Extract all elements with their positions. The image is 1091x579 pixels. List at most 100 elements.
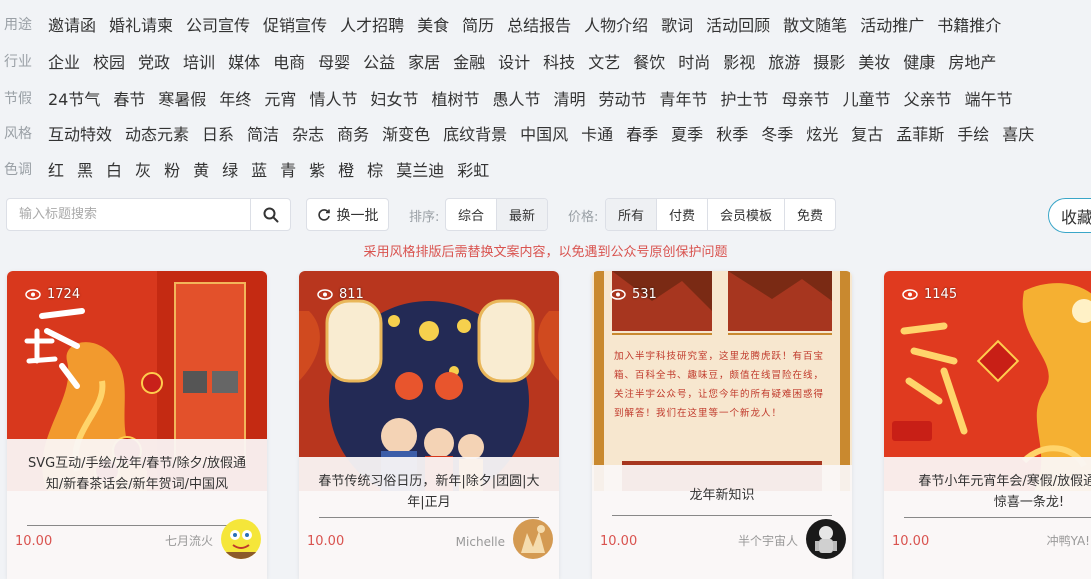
filter-item[interactable]: 培训 [183,49,215,73]
filter-item[interactable]: 灰 [135,157,151,181]
collect-button[interactable]: 收藏 [1048,198,1091,233]
filter-item[interactable]: 日系 [202,121,234,145]
filter-item[interactable]: 红 [48,157,64,181]
filter-item[interactable]: 美食 [417,12,449,36]
filter-item[interactable]: 健康 [903,49,935,73]
filter-item[interactable]: 人才招聘 [340,12,404,36]
filter-item[interactable]: 春季 [626,121,658,145]
filter-item[interactable]: 儿童节 [843,86,891,110]
filter-item[interactable]: 年终 [219,86,251,110]
filter-item[interactable]: 底纹背景 [443,121,507,145]
filter-item[interactable]: 喜庆 [1002,121,1034,145]
filter-item[interactable]: 婚礼请柬 [109,12,173,36]
filter-item[interactable]: 父亲节 [904,86,952,110]
template-card[interactable]: 1724 SVG互动/手绘/龙年/春节/除夕/放假通知/新春茶话会/新年贺词/中… [7,271,267,579]
filter-item[interactable]: 金融 [453,49,485,73]
filter-item[interactable]: 彩虹 [457,157,489,181]
filter-item[interactable]: 家居 [408,49,440,73]
sort-option-latest[interactable]: 最新 [497,199,548,230]
filter-item[interactable]: 孟菲斯 [896,121,944,145]
card-author[interactable]: Michelle [456,535,505,549]
filter-item[interactable]: 歌词 [661,12,693,36]
filter-item[interactable]: 护士节 [721,86,769,110]
filter-item[interactable]: 秋季 [716,121,748,145]
filter-item[interactable]: 春节 [113,86,145,110]
filter-item[interactable]: 影视 [723,49,755,73]
card-author[interactable]: 冲鸭YA! [1047,532,1090,549]
filter-item[interactable]: 散文随笔 [783,12,847,36]
filter-item[interactable]: 科技 [543,49,575,73]
filter-item[interactable]: 互动特效 [48,121,112,145]
filter-item[interactable]: 情人节 [309,86,357,110]
filter-item[interactable]: 手绘 [957,121,989,145]
template-card[interactable]: 1145 春节小年元宵年会/寒假/放假通知|龙年惊喜一条龙! 10.00 冲鸭Y… [884,271,1091,579]
filter-item[interactable]: 劳动节 [599,86,647,110]
filter-item[interactable]: 简洁 [247,121,279,145]
filter-item[interactable]: 公益 [363,49,395,73]
filter-item[interactable]: 夏季 [671,121,703,145]
filter-item[interactable]: 设计 [498,49,530,73]
filter-item[interactable]: 简历 [462,12,494,36]
filter-item[interactable]: 人物介绍 [584,12,648,36]
filter-item[interactable]: 愚人节 [492,86,540,110]
price-option-all[interactable]: 所有 [606,199,658,230]
filter-item[interactable]: 渐变色 [382,121,430,145]
price-option-member[interactable]: 会员模板 [708,199,786,230]
filter-item[interactable]: 中国风 [520,121,568,145]
filter-item[interactable]: 活动回顾 [706,12,770,36]
filter-item[interactable]: 蓝 [251,157,267,181]
filter-item[interactable]: 青 [280,157,296,181]
refresh-button[interactable]: 换一批 [306,198,389,231]
filter-item[interactable]: 美妆 [858,49,890,73]
filter-item[interactable]: 媒体 [228,49,260,73]
card-title[interactable]: 春节小年元宵年会/寒假/放假通知|龙年惊喜一条龙! [914,471,1091,513]
sort-option-comprehensive[interactable]: 综合 [446,199,498,230]
filter-item[interactable]: 妇女节 [370,86,418,110]
card-title[interactable]: 龙年新知识 [610,485,834,506]
template-card[interactable]: 加入半宇科技研究室，这里龙腾虎跃！有百宝箱、百科全书、趣味豆，颇值在线冒险在线，… [592,271,852,579]
filter-item[interactable]: 寒暑假 [158,86,206,110]
filter-item[interactable]: 促销宣传 [263,12,327,36]
filter-item[interactable]: 黄 [193,157,209,181]
filter-item[interactable]: 公司宣传 [186,12,250,36]
filter-item[interactable]: 文艺 [588,49,620,73]
filter-item[interactable]: 旅游 [768,49,800,73]
filter-item[interactable]: 摄影 [813,49,845,73]
filter-item[interactable]: 房地产 [948,49,996,73]
filter-item[interactable]: 商务 [337,121,369,145]
search-button[interactable] [250,198,291,231]
filter-item[interactable]: 端午节 [965,86,1013,110]
filter-item[interactable]: 复古 [851,121,883,145]
filter-item[interactable]: 粉 [164,157,180,181]
filter-item[interactable]: 黑 [77,157,93,181]
filter-item[interactable]: 棕 [367,157,383,181]
filter-item[interactable]: 清明 [554,86,586,110]
filter-item[interactable]: 总结报告 [507,12,571,36]
filter-item[interactable]: 母亲节 [782,86,830,110]
price-option-free[interactable]: 免费 [785,199,835,230]
filter-item[interactable]: 书籍推介 [937,12,1001,36]
card-title[interactable]: SVG互动/手绘/龙年/春节/除夕/放假通知/新春茶话会/新年贺词/中国风 [25,453,249,495]
card-author[interactable]: 七月流火 [165,532,213,549]
filter-item[interactable]: 冬季 [761,121,793,145]
filter-item[interactable]: 活动推广 [860,12,924,36]
filter-item[interactable]: 白 [106,157,122,181]
filter-item[interactable]: 绿 [222,157,238,181]
filter-item[interactable]: 24节气 [48,86,100,110]
filter-item[interactable]: 炫光 [806,121,838,145]
filter-item[interactable]: 元宵 [264,86,296,110]
filter-item[interactable]: 校园 [93,49,125,73]
author-avatar[interactable] [806,519,846,559]
card-title[interactable]: 春节传统习俗日历，新年|除夕|团圆|大年|正月 [317,471,541,513]
filter-item[interactable]: 青年节 [660,86,708,110]
filter-item[interactable]: 紫 [309,157,325,181]
filter-item[interactable]: 卡通 [581,121,613,145]
filter-item[interactable]: 莫兰迪 [396,157,444,181]
filter-item[interactable]: 橙 [338,157,354,181]
filter-item[interactable]: 动态元素 [125,121,189,145]
filter-item[interactable]: 电商 [273,49,305,73]
template-card[interactable]: 811 春节传统习俗日历，新年|除夕|团圆|大年|正月 10.00 Michel… [299,271,559,579]
filter-item[interactable]: 邀请函 [48,12,96,36]
card-author[interactable]: 半个宇宙人 [738,532,798,549]
filter-item[interactable]: 母婴 [318,49,350,73]
